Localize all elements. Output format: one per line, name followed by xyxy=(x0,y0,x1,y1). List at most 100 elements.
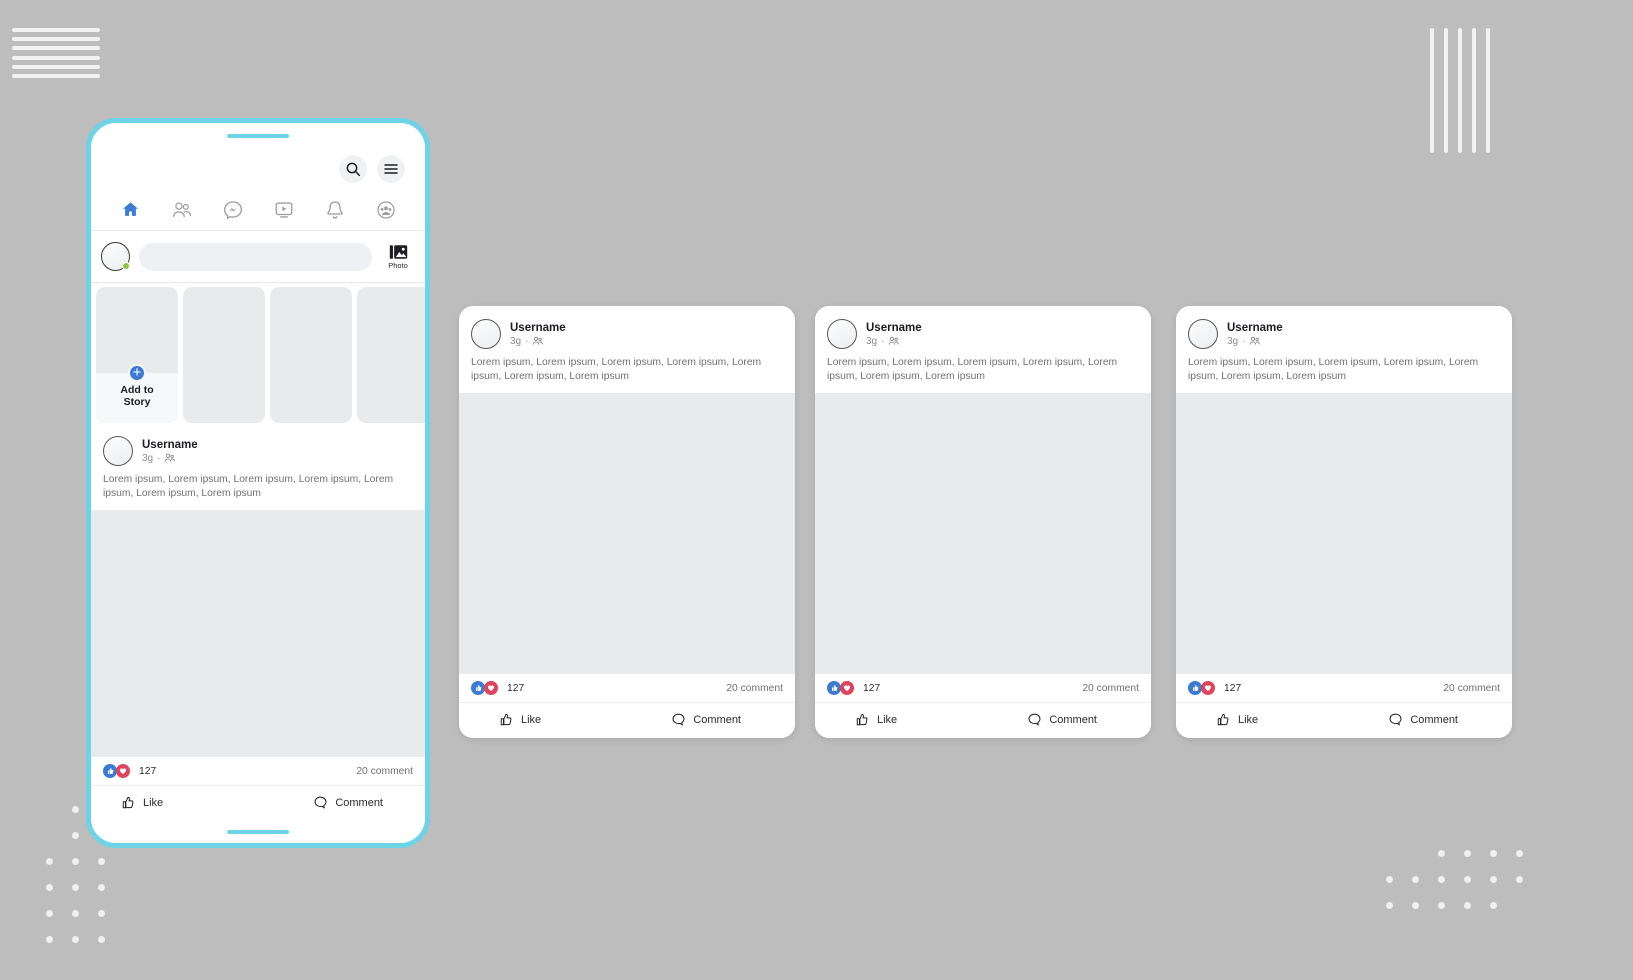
heart-reaction-icon xyxy=(840,681,854,695)
post-author-avatar[interactable] xyxy=(103,436,133,466)
like-button[interactable]: Like xyxy=(1216,712,1258,727)
post-card: Username 3g · Lorem ipsum, Lorem ipsum, … xyxy=(1176,306,1512,738)
card-post-header: Username 3g · xyxy=(459,306,795,349)
comment-count[interactable]: 20 comment xyxy=(1082,683,1139,694)
comment-button-label: Comment xyxy=(335,796,383,809)
phone-post-actions: Like Comment xyxy=(91,786,425,821)
post-meta: 3g · xyxy=(866,335,922,348)
like-button[interactable]: Like xyxy=(121,795,163,810)
decor-dots-bottom-right xyxy=(1386,850,1523,909)
composer-input[interactable] xyxy=(139,242,372,271)
comment-button[interactable]: Comment xyxy=(1027,712,1097,727)
post-author-avatar[interactable] xyxy=(827,319,857,349)
speech-bubble-icon xyxy=(314,796,327,809)
card-post-header: Username 3g · xyxy=(1176,306,1512,349)
comment-count[interactable]: 20 comment xyxy=(356,766,413,777)
home-icon xyxy=(122,202,139,216)
card-post-image[interactable] xyxy=(459,393,795,674)
card-post-header: Username 3g · xyxy=(815,306,1151,349)
comment-button[interactable]: Comment xyxy=(1388,712,1458,727)
story-item[interactable] xyxy=(183,287,265,423)
post-author-name: Username xyxy=(142,438,198,451)
search-icon xyxy=(346,162,361,177)
thumbs-up-reaction-icon xyxy=(1188,681,1202,695)
post-timestamp: 3g xyxy=(510,335,522,347)
comment-count[interactable]: 20 comment xyxy=(726,683,783,694)
like-button-label: Like xyxy=(877,713,898,726)
add-photo-button[interactable]: Photo xyxy=(381,244,415,270)
messenger-icon xyxy=(223,200,242,219)
post-author-avatar[interactable] xyxy=(471,319,501,349)
card-post-image[interactable] xyxy=(1176,393,1512,674)
photo-icon xyxy=(389,244,407,259)
thumbs-up-outline-icon xyxy=(856,713,868,726)
post-composer: Photo xyxy=(91,231,425,283)
online-status-dot xyxy=(122,262,130,270)
post-timestamp: 3g xyxy=(142,452,154,464)
stories-tray: + Add to Story xyxy=(91,283,425,426)
story-item[interactable] xyxy=(270,287,352,423)
phone-post-reactions: 127 20 comment xyxy=(91,757,425,786)
phone-post-body: Lorem ipsum, Lorem ipsum, Lorem ipsum, L… xyxy=(91,466,425,510)
card-post-actions: Like Comment xyxy=(459,703,795,738)
heart-reaction-icon xyxy=(116,764,130,778)
decor-vertical-lines xyxy=(1430,28,1490,153)
post-author-name: Username xyxy=(866,321,922,334)
composer-avatar[interactable] xyxy=(101,242,130,271)
card-post-image[interactable] xyxy=(815,393,1151,674)
thumbs-up-reaction-icon xyxy=(471,681,485,695)
post-meta-separator: · xyxy=(881,335,885,347)
phone-post-image[interactable] xyxy=(91,510,425,757)
speech-bubble-icon xyxy=(672,713,685,726)
like-button-label: Like xyxy=(521,713,542,726)
phone-home-indicator xyxy=(91,821,425,843)
nav-item-groups[interactable] xyxy=(373,198,399,222)
comment-count[interactable]: 20 comment xyxy=(1443,683,1500,694)
like-button-label: Like xyxy=(1238,713,1259,726)
add-photo-label: Photo xyxy=(388,260,408,270)
post-timestamp: 3g xyxy=(1227,335,1239,347)
card-post-actions: Like Comment xyxy=(1176,703,1512,738)
app-topbar xyxy=(91,149,425,189)
video-icon xyxy=(275,201,292,218)
speech-bubble-icon xyxy=(1389,713,1402,726)
heart-reaction-icon xyxy=(484,681,498,695)
nav-item-messenger[interactable] xyxy=(220,198,246,222)
story-add-to-story[interactable]: + Add to Story xyxy=(96,287,178,423)
comment-button[interactable]: Comment xyxy=(313,795,383,810)
friends-audience-icon xyxy=(889,336,900,345)
nav-item-friends[interactable] xyxy=(169,198,195,222)
card-post-reactions: 127 20 comment xyxy=(459,674,795,703)
nav-item-home[interactable] xyxy=(118,198,144,222)
comment-button-label: Comment xyxy=(693,713,741,726)
phone-status-bar xyxy=(91,123,425,149)
thumbs-up-outline-icon xyxy=(500,713,512,726)
comment-button[interactable]: Comment xyxy=(671,712,741,727)
thumbs-up-reaction-icon xyxy=(103,764,117,778)
thumbs-up-reaction-icon xyxy=(827,681,841,695)
speech-bubble-icon xyxy=(1028,713,1041,726)
like-button[interactable]: Like xyxy=(499,712,541,727)
reaction-count: 127 xyxy=(139,765,157,777)
card-post-reactions: 127 20 comment xyxy=(815,674,1151,703)
nav-item-notifications[interactable] xyxy=(322,198,348,222)
post-card: Username 3g · Lorem ipsum, Lorem ipsum, … xyxy=(459,306,795,738)
friends-icon xyxy=(172,201,191,217)
reaction-count: 127 xyxy=(1224,682,1242,694)
thumbs-up-outline-icon xyxy=(122,796,134,809)
card-post-body: Lorem ipsum, Lorem ipsum, Lorem ipsum, L… xyxy=(1176,349,1512,393)
post-meta-separator: · xyxy=(1242,335,1246,347)
friends-audience-icon xyxy=(165,453,176,462)
nav-item-watch[interactable] xyxy=(271,198,297,222)
thumbs-up-outline-icon xyxy=(1217,713,1229,726)
story-item[interactable] xyxy=(357,287,425,423)
post-timestamp: 3g xyxy=(866,335,878,347)
add-story-label-line1: Add to xyxy=(120,384,154,396)
menu-button[interactable] xyxy=(377,155,405,183)
card-post-body: Lorem ipsum, Lorem ipsum, Lorem ipsum, L… xyxy=(815,349,1151,393)
post-author-avatar[interactable] xyxy=(1188,319,1218,349)
search-button[interactable] xyxy=(339,155,367,183)
bell-icon xyxy=(326,200,343,219)
reaction-count: 127 xyxy=(863,682,881,694)
like-button[interactable]: Like xyxy=(855,712,897,727)
